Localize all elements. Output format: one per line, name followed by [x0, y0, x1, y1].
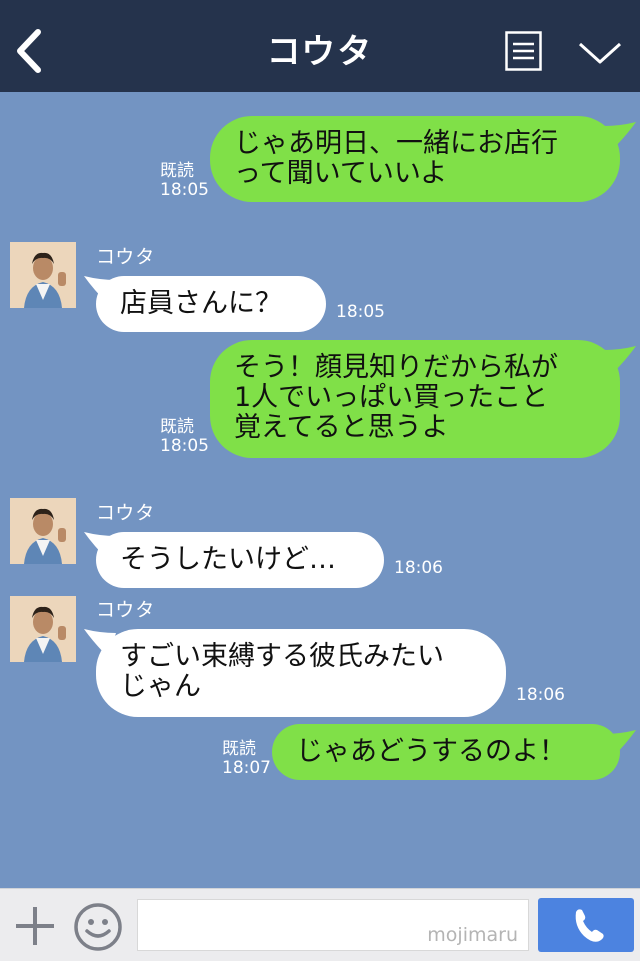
plus-icon [16, 907, 54, 945]
sender-name: コウタ [96, 246, 156, 268]
message-time: 18:06 [516, 685, 565, 705]
message-bubble-sent[interactable]: じゃあどうするのよ！ [272, 724, 620, 780]
bubble-tail [604, 730, 636, 758]
sender-name: コウタ [96, 502, 156, 524]
smiley-icon [74, 903, 122, 951]
collapse-button[interactable] [576, 36, 624, 68]
chat-header: コウタ [0, 0, 640, 92]
list-icon [505, 31, 542, 71]
person-photo [10, 596, 76, 662]
read-receipt: 既読 18:05 [160, 417, 209, 456]
message-bubble-sent[interactable]: そう！顔見知りだから私が 1人でいっぱい買ったこと 覚えてると思うよ [210, 340, 620, 458]
add-button[interactable] [12, 903, 58, 949]
watermark: mojimaru [427, 924, 518, 946]
read-receipt: 既読 18:07 [222, 739, 271, 778]
message-input[interactable]: mojimaru [137, 899, 529, 951]
chat-area[interactable]: 既読 18:05 じゃあ明日、一緒にお店行 って聞いていいよ コウタ 店員さんに… [0, 92, 640, 888]
chevron-down-icon [578, 42, 622, 64]
bubble-tail [604, 346, 636, 374]
call-button[interactable] [538, 898, 634, 952]
phone-icon [575, 909, 604, 942]
message-bubble-received[interactable]: そうしたいけど… [96, 532, 384, 588]
menu-button[interactable] [505, 31, 542, 71]
input-bar: mojimaru [0, 888, 640, 961]
avatar[interactable] [10, 596, 76, 662]
avatar[interactable] [10, 242, 76, 308]
chat-title: コウタ [266, 32, 374, 72]
message-bubble-received[interactable]: すごい束縛する彼氏みたい じゃん [96, 629, 506, 717]
read-receipt: 既読 18:05 [160, 161, 209, 200]
message-time: 18:06 [394, 558, 443, 578]
message-bubble-received[interactable]: 店員さんに？ [96, 276, 326, 332]
sticker-button[interactable] [72, 901, 124, 953]
bubble-tail [604, 122, 636, 150]
message-bubble-sent[interactable]: じゃあ明日、一緒にお店行 って聞いていいよ [210, 116, 620, 202]
avatar[interactable] [10, 498, 76, 564]
person-photo [10, 498, 76, 564]
message-time: 18:05 [336, 302, 385, 322]
person-photo [10, 242, 76, 308]
sender-name: コウタ [96, 599, 156, 621]
